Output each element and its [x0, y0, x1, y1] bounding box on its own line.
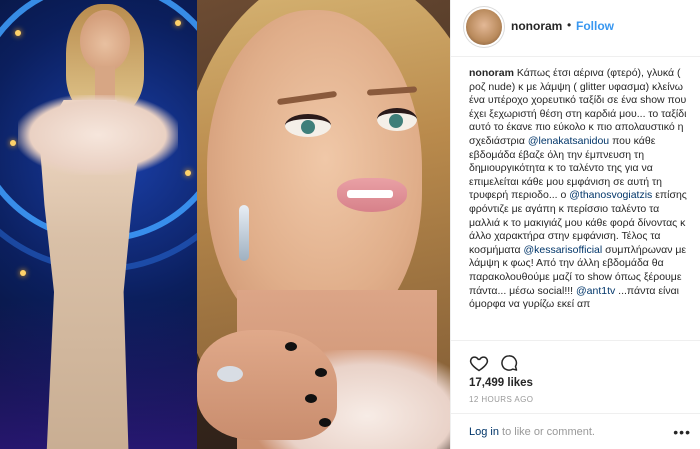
login-prompt-row: Log in to like or comment. •••	[451, 413, 700, 442]
feather-sleeves	[18, 95, 178, 175]
post-photo-selfie[interactable]	[197, 0, 450, 449]
nail	[285, 342, 297, 351]
caption-body: Κάπως έτσι αέρινα (φτερό), γλυκά ( ροζ n…	[469, 67, 687, 310]
eye	[285, 114, 331, 137]
caption-mention-link[interactable]: @lenakatsanidou	[528, 135, 609, 147]
post-actions: 17,499 likes 12 HOURS AGO Log in to like…	[451, 340, 700, 441]
nail	[315, 368, 327, 377]
nail	[305, 394, 317, 403]
login-prompt: Log in to like or comment.	[469, 426, 595, 438]
drop-earring	[239, 205, 249, 261]
instagram-post-embed: nonoram • Follow nonoram Κάπως έτσι αέρι…	[0, 0, 700, 449]
login-link[interactable]: Log in	[469, 426, 499, 438]
stage-light	[175, 20, 181, 26]
like-count[interactable]: 17,499 likes	[469, 377, 533, 389]
caption-mention-link[interactable]: @kessarisofficial	[523, 244, 602, 256]
eye	[377, 108, 417, 131]
header-separator: •	[567, 18, 572, 32]
avatar[interactable]	[466, 9, 502, 45]
nail	[319, 418, 331, 427]
finger-ring	[217, 366, 243, 382]
login-prompt-text: to like or comment.	[498, 426, 595, 438]
caption-username[interactable]: nonoram	[469, 67, 514, 79]
person-face	[80, 10, 130, 72]
stage-light	[10, 140, 16, 146]
post-caption: nonoram Κάπως έτσι αέρινα (φτερό), γλυκά…	[469, 67, 693, 339]
heart-icon[interactable]	[469, 353, 489, 373]
caption-mention-link[interactable]: @thanosvogiatzis	[569, 189, 652, 201]
caption-mention-link[interactable]: @ant1tv	[576, 285, 615, 297]
post-timestamp[interactable]: 12 HOURS AGO	[469, 395, 533, 404]
teeth	[347, 190, 393, 198]
stage-light	[185, 170, 191, 176]
post-header: nonoram • Follow	[451, 0, 700, 57]
comment-icon[interactable]	[499, 353, 519, 373]
hand	[197, 330, 337, 440]
stage-light	[15, 30, 21, 36]
more-options-icon[interactable]: •••	[673, 424, 691, 440]
follow-button[interactable]: Follow	[576, 19, 614, 33]
post-side-panel: nonoram • Follow nonoram Κάπως έτσι αέρι…	[450, 0, 700, 449]
username-link[interactable]: nonoram	[511, 19, 562, 33]
post-photo-stage[interactable]	[0, 0, 197, 449]
stage-light	[20, 270, 26, 276]
